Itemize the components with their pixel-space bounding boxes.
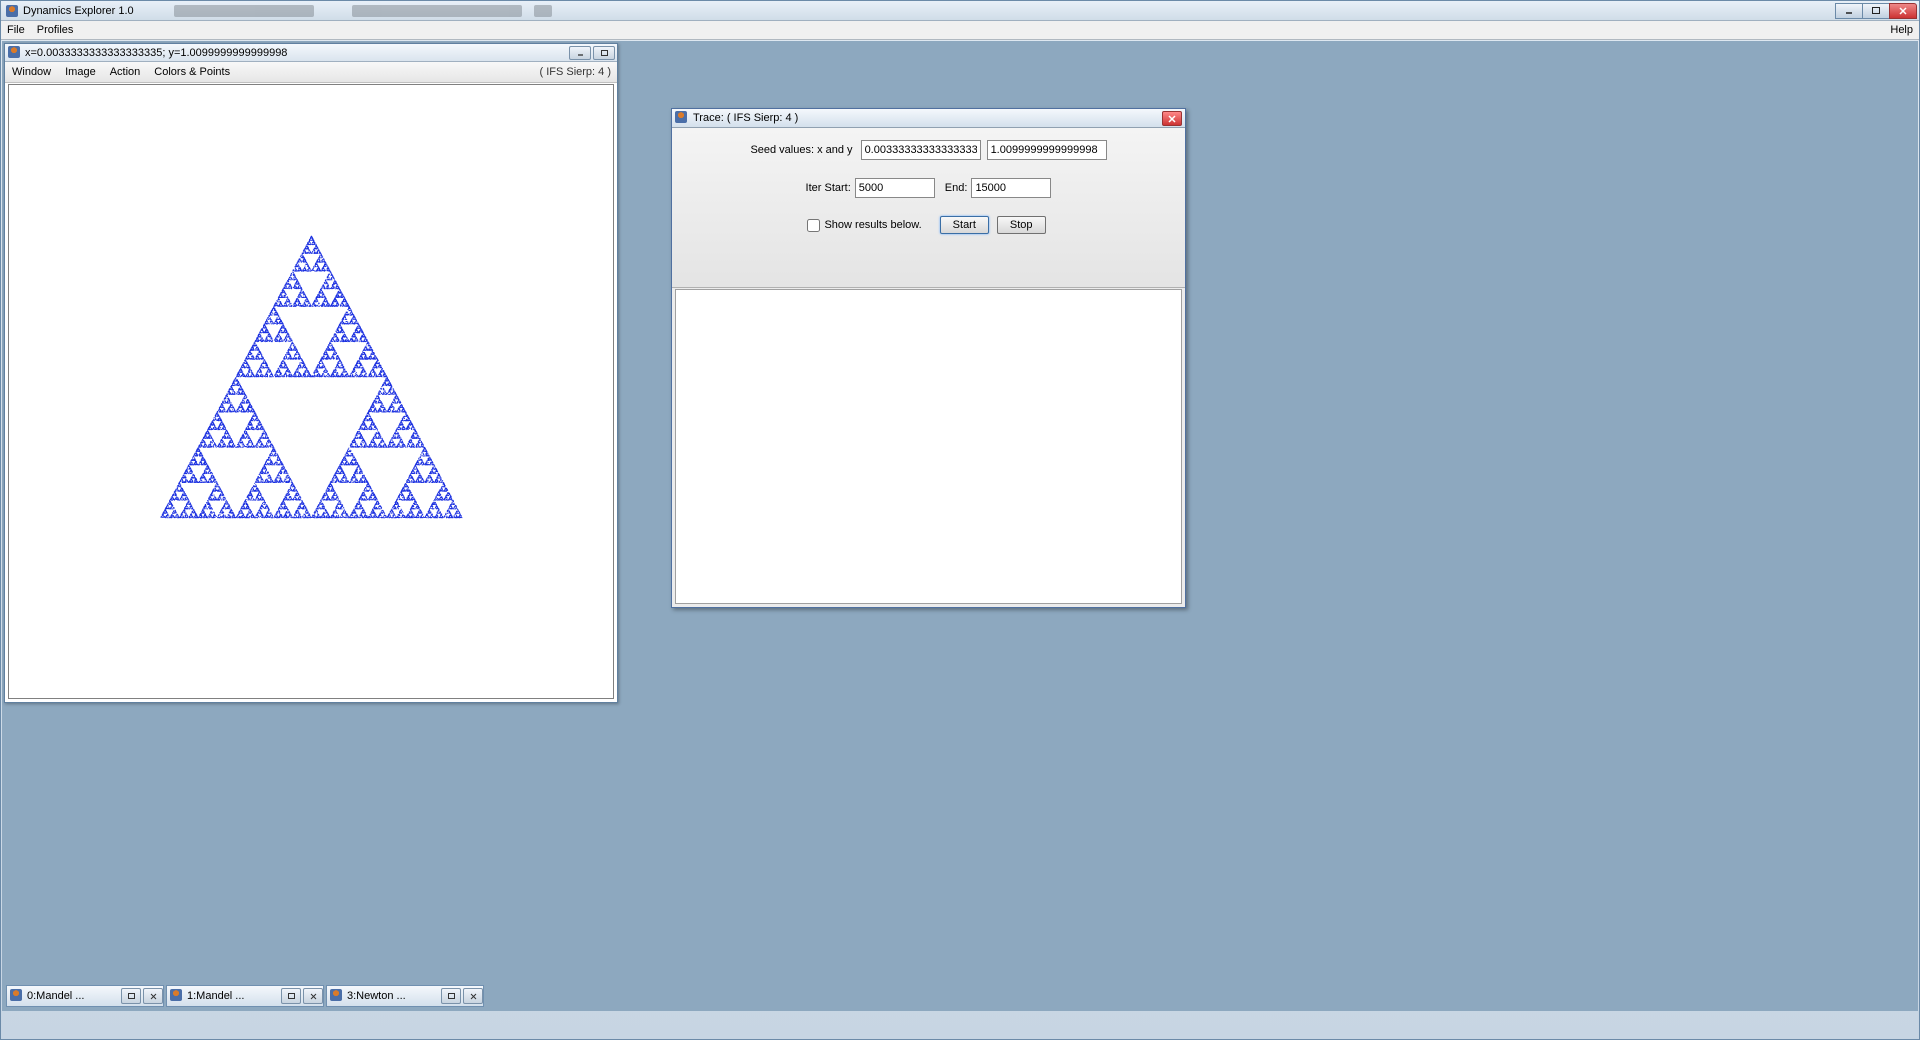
app-menubar: File Profiles Help — [1, 21, 1919, 40]
show-results-checkbox[interactable] — [807, 219, 820, 232]
child-maximize-button[interactable] — [593, 46, 615, 60]
iter-end-input[interactable] — [971, 178, 1051, 198]
java-icon — [10, 989, 24, 1003]
restore-icon — [288, 993, 295, 1000]
background-blur — [174, 5, 1919, 17]
java-icon — [8, 46, 22, 60]
restore-icon — [128, 993, 135, 1000]
menu-window[interactable]: Window — [5, 66, 58, 78]
fractal-window-titlebar[interactable]: x=0.0033333333333333335; y=1.00999999999… — [5, 44, 617, 62]
app-window: Dynamics Explorer 1.0 File Profiles Help — [0, 0, 1920, 1040]
minimized-child: 3:Newton ... — [326, 985, 484, 1007]
menu-image[interactable]: Image — [58, 66, 103, 78]
close-icon — [1168, 115, 1176, 123]
trace-body: Seed values: x and y Iter Start: End: Sh… — [672, 128, 1185, 288]
child-close-button[interactable] — [303, 988, 323, 1004]
child-minimize-button[interactable] — [569, 46, 591, 60]
java-icon — [170, 989, 184, 1003]
menu-help[interactable]: Help — [1884, 24, 1919, 36]
maximize-icon — [601, 50, 608, 57]
minimized-child: 0:Mandel ... — [6, 985, 164, 1007]
trace-results-area[interactable] — [675, 289, 1182, 604]
fractal-status: ( IFS Sierp: 4 ) — [539, 66, 617, 78]
fractal-window-menubar: Window Image Action Colors & Points ( IF… — [5, 62, 617, 83]
restore-button[interactable] — [121, 988, 141, 1004]
maximize-icon — [1872, 7, 1880, 15]
restore-button[interactable] — [281, 988, 301, 1004]
menu-colors-points[interactable]: Colors & Points — [147, 66, 237, 78]
restore-icon — [448, 993, 455, 1000]
iter-start-input[interactable] — [855, 178, 935, 198]
close-icon — [1899, 7, 1907, 15]
window-controls — [1836, 3, 1917, 19]
mdi-desktop[interactable]: x=0.0033333333333333335; y=1.00999999999… — [2, 41, 1918, 1011]
minimized-children-row: 0:Mandel ... 1:Mandel ... 3:Newton ... — [6, 985, 484, 1007]
menu-action[interactable]: Action — [103, 66, 148, 78]
minimize-icon — [577, 50, 584, 57]
minimized-label: 0:Mandel ... — [27, 990, 119, 1002]
java-icon — [330, 989, 344, 1003]
sierpinski-image — [9, 85, 613, 698]
start-button[interactable]: Start — [940, 216, 989, 234]
close-button[interactable] — [1889, 3, 1917, 19]
minimized-label: 1:Mandel ... — [187, 990, 279, 1002]
close-icon — [470, 993, 477, 1000]
show-results-label: Show results below. — [824, 219, 921, 231]
close-icon — [150, 993, 157, 1000]
minimized-label: 3:Newton ... — [347, 990, 439, 1002]
seed-x-input[interactable] — [861, 140, 981, 160]
iter-end-label: End: — [945, 182, 968, 194]
fractal-child-window: x=0.0033333333333333335; y=1.00999999999… — [4, 43, 618, 703]
trace-titlebar[interactable]: Trace: ( IFS Sierp: 4 ) — [672, 109, 1185, 128]
app-title: Dynamics Explorer 1.0 — [23, 5, 134, 17]
child-close-button[interactable] — [143, 988, 163, 1004]
trace-dialog: Trace: ( IFS Sierp: 4 ) Seed values: x a… — [671, 108, 1186, 608]
stop-button[interactable]: Stop — [997, 216, 1046, 234]
maximize-button[interactable] — [1862, 3, 1890, 19]
minimized-child: 1:Mandel ... — [166, 985, 324, 1007]
trace-title: Trace: ( IFS Sierp: 4 ) — [693, 112, 798, 124]
fractal-canvas[interactable] — [8, 84, 614, 699]
close-icon — [310, 993, 317, 1000]
child-close-button[interactable] — [463, 988, 483, 1004]
java-icon — [675, 111, 689, 125]
seed-label: Seed values: x and y — [750, 144, 852, 156]
minimize-icon — [1845, 7, 1853, 15]
minimize-button[interactable] — [1835, 3, 1863, 19]
seed-y-input[interactable] — [987, 140, 1107, 160]
menu-file[interactable]: File — [1, 24, 31, 36]
menu-profiles[interactable]: Profiles — [31, 24, 80, 36]
iter-start-label: Iter Start: — [806, 182, 851, 194]
app-titlebar[interactable]: Dynamics Explorer 1.0 — [1, 1, 1919, 21]
java-icon — [5, 4, 19, 18]
restore-button[interactable] — [441, 988, 461, 1004]
fractal-window-title: x=0.0033333333333333335; y=1.00999999999… — [25, 47, 287, 59]
trace-close-button[interactable] — [1162, 111, 1182, 126]
